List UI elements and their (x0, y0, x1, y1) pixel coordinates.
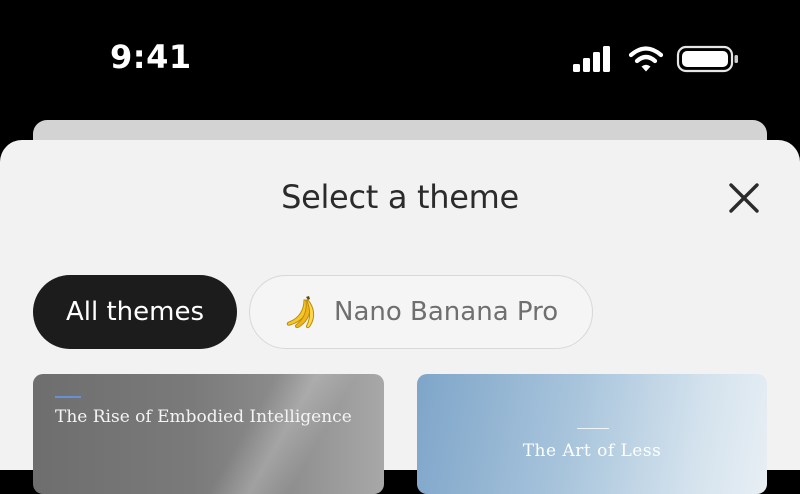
close-icon (729, 183, 759, 213)
battery-icon (676, 45, 738, 73)
filter-chip-nano-banana-pro[interactable]: Nano Banana Pro (249, 275, 593, 349)
sheet-title: Select a theme (281, 178, 519, 216)
banana-icon (282, 293, 320, 331)
theme-picker-sheet: Select a theme All themes Nano Banana Pr… (0, 140, 800, 494)
status-time: 9:41 (110, 38, 192, 76)
filter-chip-label: All themes (65, 297, 205, 327)
wifi-icon (628, 46, 664, 72)
filter-chip-label: Nano Banana Pro (334, 297, 559, 327)
cellular-signal-icon (573, 46, 610, 72)
theme-card-embodied-intelligence[interactable]: The Rise of Embodied Intelligence (33, 374, 384, 494)
card-accent-line (55, 396, 81, 398)
theme-card-art-of-less[interactable]: The Art of Less (417, 374, 767, 494)
close-button[interactable] (722, 176, 766, 220)
status-bar: 9:41 (0, 0, 800, 120)
theme-card-title: The Art of Less (522, 441, 662, 461)
filter-chip-all-themes[interactable]: All themes (33, 275, 237, 349)
card-background-image (183, 374, 383, 494)
card-divider (577, 428, 609, 429)
theme-card-title: The Rise of Embodied Intelligence (55, 407, 352, 427)
